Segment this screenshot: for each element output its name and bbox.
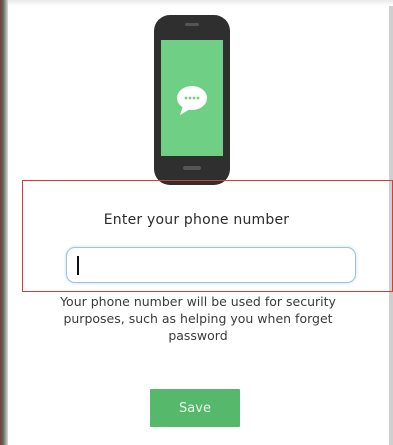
phone-number-input[interactable] (73, 252, 357, 278)
phone-icon (154, 15, 230, 185)
text-cursor (77, 256, 79, 275)
phone-prompt-label: Enter your phone number (103, 212, 290, 228)
phone-number-field[interactable] (66, 247, 357, 283)
phone-illustration-icon (153, 14, 231, 186)
help-text: Your phone number will be used for secur… (60, 294, 336, 343)
save-button[interactable]: Save (150, 389, 240, 427)
screen: Enter your phone number Your phone numbe… (0, 0, 393, 445)
